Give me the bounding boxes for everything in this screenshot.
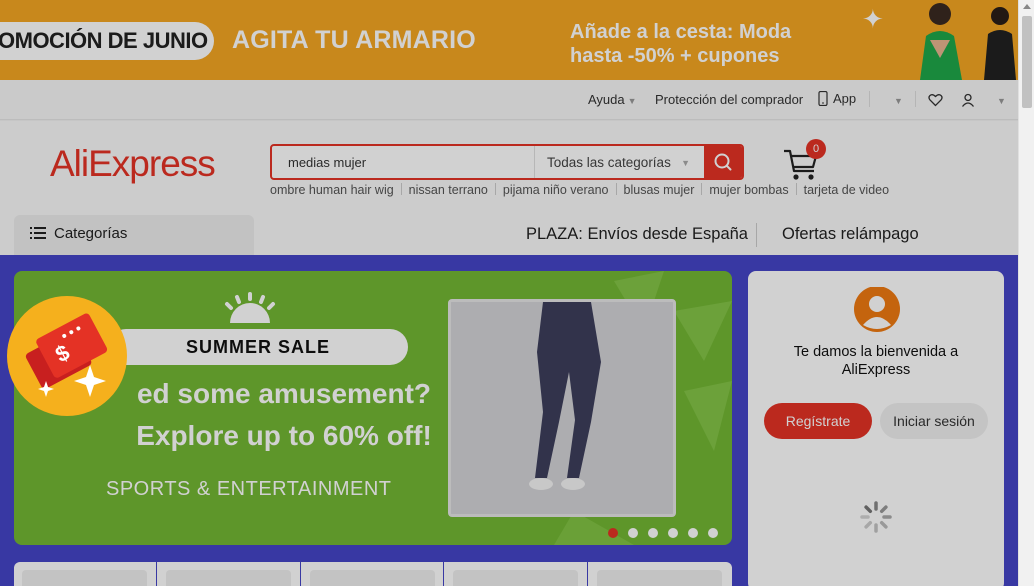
divider [795,183,797,195]
aliexpress-logo[interactable]: AliExpress [50,143,216,185]
help-label: Ayuda [588,92,625,107]
language-menu[interactable]: ▼ [891,92,903,107]
divider [494,183,496,195]
nav-flash-deals-link[interactable]: Ofertas relámpago [782,225,919,244]
chevron-down-icon: ▼ [997,96,1006,106]
buyer-protection-link[interactable]: Protección del comprador [655,92,803,107]
cart-count-badge: 0 [806,139,826,159]
main-content: SUMMER SALE ed some amusement? Explore u… [0,255,1018,586]
hero-subline: SPORTS & ENTERTAINMENT [106,478,392,500]
carousel-dot[interactable] [708,528,718,538]
category-tile[interactable] [597,570,722,586]
avatar-icon [854,287,900,332]
mobile-phone-icon [818,90,828,107]
scrollbar-thumb[interactable] [1022,16,1032,108]
menu-list-icon [30,227,46,239]
welcome-message: Te damos la bienvenida a AliExpress [748,343,1004,379]
summer-sale-badge: SUMMER SALE [108,329,408,365]
top-utility-bar: Ayuda ▼ Protección del comprador App ▼ ▼ [0,80,1018,120]
app-label: App [833,91,857,106]
category-tiles-row [14,562,732,586]
promo-offer-line2: hasta -50% + cupones [570,45,780,67]
carousel-dot[interactable] [608,528,618,538]
welcome-line1: Te damos la bienvenida a [793,344,959,360]
categories-label: Categorías [54,225,128,242]
divider [701,183,703,195]
divider [300,562,301,586]
search-input[interactable] [272,146,534,178]
sparkle-icon: ✦ [862,4,884,34]
promo-banner[interactable]: OMOCIÓN DE JUNIO AGITA TU ARMARIO Añade … [0,0,1018,80]
chevron-down-icon: ▼ [894,96,903,106]
promo-title: OMOCIÓN DE JUNIO [0,22,214,60]
welcome-card: Te damos la bienvenida a AliExpress Regí… [748,271,1004,586]
category-tile[interactable] [453,570,578,586]
search-button[interactable] [704,146,742,178]
product-image[interactable] [448,299,676,517]
category-tile[interactable] [166,570,291,586]
divider [869,91,870,107]
app-link[interactable]: App [818,90,857,107]
carousel-dots [608,525,728,543]
welcome-line2: AliExpress [841,362,911,378]
category-select[interactable]: Todas las categorías ▼ [534,146,704,178]
carousel-dot[interactable] [688,528,698,538]
hero-headline-line2: Explore up to 60% off! [136,420,432,451]
coupon-gift-icon[interactable]: $ [6,295,128,417]
wishlist-heart-icon[interactable] [928,93,943,107]
category-tile[interactable] [310,570,435,586]
promo-model-image [900,0,1018,80]
register-button[interactable]: Regístrate [764,403,872,439]
divider [915,91,916,107]
hero-headline-line1: ed some amusement? [136,378,432,409]
leggings-image [451,302,673,514]
search-icon [714,153,732,171]
carousel-dot[interactable] [628,528,638,538]
divider [156,562,157,586]
suggestion-link[interactable]: tarjeta de video [804,183,889,197]
carousel-dot[interactable] [668,528,678,538]
sun-icon [225,292,275,323]
divider [587,562,588,586]
divider [756,223,757,247]
suggestion-link[interactable]: ombre human hair wig [270,183,394,197]
divider [443,562,444,586]
category-tile[interactable] [22,570,147,586]
site-header: AliExpress Todas las categorías ▼ 0 ombr… [0,121,1018,255]
account-user-icon[interactable] [961,93,975,107]
loading-spinner-icon [860,501,892,533]
chevron-down-icon: ▼ [681,158,690,168]
promo-slogan: AGITA TU ARMARIO [232,26,476,54]
scroll-up-arrow[interactable] [1023,4,1031,9]
promo-offer: Añade a la cesta: Moda hasta -50% + cupo… [570,20,791,68]
suggestion-link[interactable]: mujer bombas [709,183,788,197]
nav-plaza-link[interactable]: PLAZA: Envíos desde España [526,225,748,244]
search-suggestions: ombre human hair wig nissan terrano pijama… [270,183,889,197]
divider [615,183,617,195]
account-menu[interactable]: ▼ [994,92,1006,107]
category-select-label: Todas las categorías [547,155,671,170]
suggestion-link[interactable]: nissan terrano [409,183,488,197]
chevron-down-icon: ▼ [627,96,637,106]
categories-button[interactable]: Categorías [14,215,254,255]
help-menu[interactable]: Ayuda ▼ [588,92,637,107]
hero-headline: ed some amusement? Explore up to 60% off… [84,373,484,457]
search-bar: Todas las categorías ▼ [270,144,744,180]
suggestion-link[interactable]: pijama niño verano [503,183,609,197]
suggestion-link[interactable]: blusas mujer [624,183,695,197]
promo-offer-line1: Añade a la cesta: Moda [570,21,792,43]
carousel-dot[interactable] [648,528,658,538]
page-scrollbar[interactable] [1018,0,1034,586]
divider [400,183,402,195]
login-button[interactable]: Iniciar sesión [880,403,988,439]
